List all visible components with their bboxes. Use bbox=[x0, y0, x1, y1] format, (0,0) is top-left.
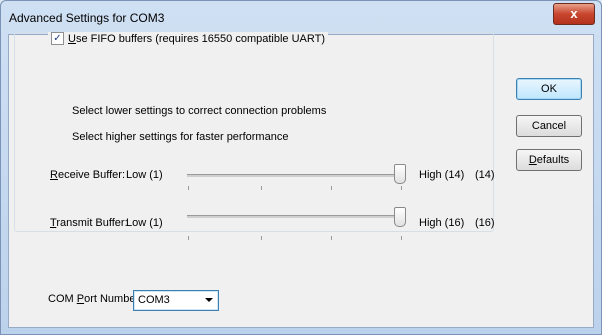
defaults-mnemonic: D bbox=[528, 154, 537, 166]
transmit-slider-track[interactable] bbox=[187, 215, 404, 218]
receive-label-text: eceive Buffer: bbox=[57, 169, 126, 181]
window-title: Advanced Settings for COM3 bbox=[9, 11, 165, 25]
transmit-high-label: High (16) bbox=[419, 217, 465, 229]
cancel-button[interactable]: Cancel bbox=[516, 115, 582, 137]
chevron-down-icon[interactable] bbox=[205, 298, 213, 302]
transmit-buffer-label: Transmit Buffer: bbox=[50, 217, 128, 229]
receive-tick bbox=[401, 186, 402, 190]
receive-label-mnemonic: R bbox=[50, 169, 58, 181]
com-port-mnemonic: P bbox=[76, 293, 85, 305]
com-port-selected-value: COM3 bbox=[138, 294, 170, 306]
receive-high-label: High (14) bbox=[419, 169, 465, 181]
defaults-text: efaults bbox=[536, 154, 570, 166]
receive-tick bbox=[188, 186, 189, 190]
receive-tick bbox=[261, 186, 262, 190]
com-port-select[interactable]: COM3 bbox=[133, 290, 219, 311]
transmit-slider-thumb[interactable] bbox=[394, 207, 406, 227]
transmit-tick bbox=[331, 236, 332, 240]
transmit-current-value: (16) bbox=[475, 217, 495, 229]
checkmark-icon: ✓ bbox=[53, 33, 62, 44]
defaults-button[interactable]: Defaults bbox=[516, 149, 582, 171]
fifo-label-text: se FIFO buffers (requires 16550 compatib… bbox=[75, 32, 325, 45]
com-port-label: COM Port Number: bbox=[48, 293, 142, 305]
title-bar[interactable]: Advanced Settings for COM3 x bbox=[1, 1, 601, 35]
receive-slider-track[interactable] bbox=[187, 174, 404, 177]
close-button[interactable]: x bbox=[553, 3, 595, 25]
fifo-checkbox-row[interactable]: ✓ Use FIFO buffers (requires 16550 compa… bbox=[48, 32, 328, 45]
transmit-tick bbox=[261, 236, 262, 240]
hint-lower-settings: Select lower settings to correct connect… bbox=[72, 105, 327, 117]
receive-tick bbox=[331, 186, 332, 190]
receive-buffer-label: Receive Buffer: bbox=[50, 169, 125, 181]
ok-button[interactable]: OK bbox=[516, 78, 582, 100]
transmit-tick bbox=[188, 236, 189, 240]
transmit-low-label: Low (1) bbox=[126, 217, 163, 229]
com-port-label-prefix: COM bbox=[48, 293, 77, 305]
hint-higher-settings: Select higher settings for faster perfor… bbox=[72, 131, 289, 143]
receive-slider-thumb[interactable] bbox=[394, 164, 406, 184]
fifo-checkbox-label[interactable]: Use FIFO buffers (requires 16550 compati… bbox=[68, 33, 325, 45]
close-icon: x bbox=[570, 6, 578, 21]
fifo-checkbox[interactable]: ✓ bbox=[51, 32, 64, 45]
transmit-label-text: ransmit Buffer: bbox=[56, 217, 128, 229]
receive-low-label: Low (1) bbox=[126, 169, 163, 181]
transmit-tick bbox=[401, 236, 402, 240]
fifo-label-mnemonic: U bbox=[68, 32, 76, 45]
receive-current-value: (14) bbox=[475, 169, 495, 181]
